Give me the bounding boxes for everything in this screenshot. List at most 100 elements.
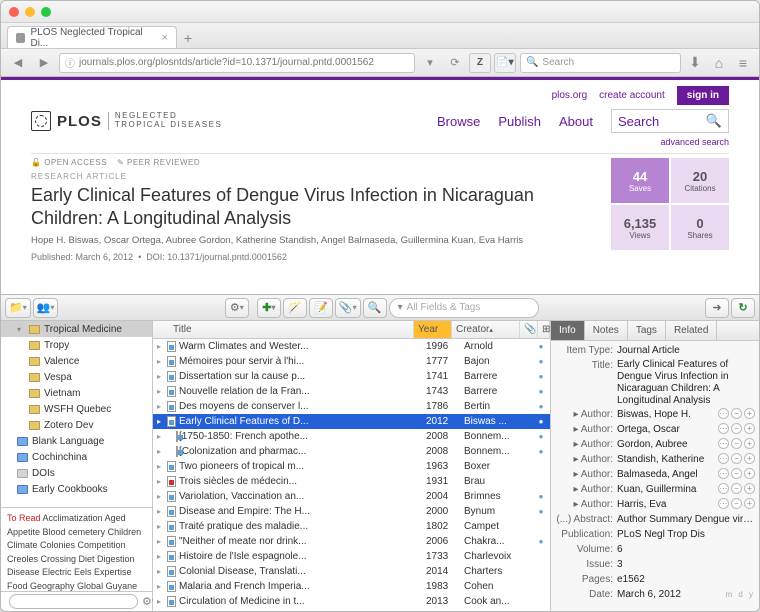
- item-row[interactable]: ▸Disease and Empire: The H...2000Bynum●: [153, 504, 550, 519]
- field-options-icon[interactable]: ⋯: [718, 498, 729, 509]
- item-row[interactable]: ▸[Colonization and pharmac...2008Bonnem.…: [153, 444, 550, 459]
- item-row[interactable]: ▸Histoire de l'Isle espagnole...1733Char…: [153, 549, 550, 564]
- tab-close-icon[interactable]: ×: [162, 32, 168, 44]
- col-year[interactable]: Year: [414, 321, 452, 338]
- advanced-search-button[interactable]: 🔍: [363, 298, 387, 318]
- tag-selector[interactable]: To Read Acclimatization Aged Appetite Bl…: [1, 507, 152, 591]
- remove-author-icon[interactable]: −: [731, 453, 742, 464]
- metric-views[interactable]: 6,135Views: [611, 205, 669, 250]
- download-icon[interactable]: ⬇: [685, 53, 705, 73]
- tab-notes[interactable]: Notes: [585, 321, 628, 340]
- collection-item[interactable]: Blank Language: [1, 433, 152, 449]
- sync-button[interactable]: ↻: [731, 298, 755, 318]
- sign-in-button[interactable]: sign in: [677, 86, 729, 105]
- site-logo[interactable]: PLOS NEGLECTEDTROPICAL DISEASES: [31, 111, 222, 131]
- item-row[interactable]: ▸Traité pratique des maladie...1802Campe…: [153, 519, 550, 534]
- collection-item[interactable]: Valence: [1, 353, 152, 369]
- attach-button[interactable]: 📎: [335, 298, 361, 318]
- minimize-icon[interactable]: [25, 7, 35, 17]
- collection-item[interactable]: Vespa: [1, 369, 152, 385]
- collection-item[interactable]: Cochinchina: [1, 449, 152, 465]
- field-options-icon[interactable]: ⋯: [718, 453, 729, 464]
- col-title[interactable]: Title: [153, 321, 414, 338]
- dropdown-icon[interactable]: ▾: [419, 53, 441, 73]
- item-row[interactable]: ▸Two pioneers of tropical m...1963Boxer: [153, 459, 550, 474]
- collection-item[interactable]: DOIs: [1, 465, 152, 481]
- metric-saves[interactable]: 44Saves: [611, 158, 669, 203]
- collection-item[interactable]: Zotero Dev: [1, 417, 152, 433]
- item-row[interactable]: ▸Mémoires pour servir à l'hi...1777Bajon…: [153, 354, 550, 369]
- save-to-zotero-button[interactable]: 📄▾: [494, 53, 516, 73]
- add-author-icon[interactable]: +: [744, 423, 755, 434]
- col-attachment[interactable]: 📎: [520, 321, 538, 338]
- metric-citations[interactable]: 20Citations: [671, 158, 729, 203]
- new-item-button[interactable]: ✚: [257, 298, 281, 318]
- url-field[interactable]: ⓘ journals.plos.org/plosntds/article?id=…: [59, 53, 415, 73]
- tab-info[interactable]: Info: [551, 321, 585, 340]
- maximize-icon[interactable]: [41, 7, 51, 17]
- locate-button[interactable]: ➜: [705, 298, 729, 318]
- item-row[interactable]: ▸Malaria and French Imperia...1983Cohen: [153, 579, 550, 594]
- metric-shares[interactable]: 0Shares: [671, 205, 729, 250]
- new-note-button[interactable]: 📝: [309, 298, 333, 318]
- actions-gear-button[interactable]: ⚙: [225, 298, 249, 318]
- nav-browse[interactable]: Browse: [437, 114, 480, 129]
- add-author-icon[interactable]: +: [744, 498, 755, 509]
- field-options-icon[interactable]: ⋯: [718, 408, 729, 419]
- tag-filter-input[interactable]: [9, 594, 138, 609]
- browser-search-field[interactable]: 🔍 Search: [520, 53, 681, 73]
- remove-author-icon[interactable]: −: [731, 483, 742, 494]
- reload-button[interactable]: ⟳: [444, 53, 466, 73]
- item-row[interactable]: ▸Des moyens de conserver l...1786Bertin●: [153, 399, 550, 414]
- nav-about[interactable]: About: [559, 114, 593, 129]
- item-row[interactable]: ▸"Neither of meate nor drink...2006Chakr…: [153, 534, 550, 549]
- remove-author-icon[interactable]: −: [731, 423, 742, 434]
- item-row[interactable]: ▸Trois siècles de médecin...1931Brau: [153, 474, 550, 489]
- remove-author-icon[interactable]: −: [731, 438, 742, 449]
- collection-item[interactable]: Tropy: [1, 337, 152, 353]
- home-icon[interactable]: ⌂: [709, 53, 729, 73]
- field-options-icon[interactable]: ⋯: [718, 468, 729, 479]
- add-author-icon[interactable]: +: [744, 438, 755, 449]
- hamburger-menu-icon[interactable]: ≡: [733, 53, 753, 73]
- plos-org-link[interactable]: plos.org: [552, 90, 588, 101]
- collection-item[interactable]: ▾Tropical Medicine: [1, 321, 152, 337]
- back-button[interactable]: ◀: [7, 53, 29, 73]
- add-author-icon[interactable]: +: [744, 468, 755, 479]
- add-author-icon[interactable]: +: [744, 453, 755, 464]
- remove-author-icon[interactable]: −: [731, 408, 742, 419]
- tab-related[interactable]: Related: [666, 321, 717, 340]
- browser-tab[interactable]: PLOS Neglected Tropical Di... ×: [7, 26, 177, 48]
- zotero-connector-button[interactable]: Z: [469, 53, 491, 73]
- close-icon[interactable]: [9, 7, 19, 17]
- new-collection-button[interactable]: 📁: [5, 298, 31, 318]
- remove-author-icon[interactable]: −: [731, 498, 742, 509]
- field-options-icon[interactable]: ⋯: [718, 483, 729, 494]
- new-group-button[interactable]: 👥: [33, 298, 59, 318]
- advanced-search-link[interactable]: advanced search: [31, 137, 729, 147]
- zotero-search-input[interactable]: ▾ All Fields & Tags: [389, 298, 539, 318]
- item-row[interactable]: ▸Early Clinical Features of D...2012Bisw…: [153, 414, 550, 429]
- item-row[interactable]: ▸Dissertation sur la cause p...1741Barre…: [153, 369, 550, 384]
- item-row[interactable]: ▸[1750-1850: French apothe...2008Bonnem.…: [153, 429, 550, 444]
- item-row[interactable]: ▸Variolation, Vaccination an...2004Brimn…: [153, 489, 550, 504]
- site-search-input[interactable]: Search 🔍: [611, 109, 729, 133]
- col-menu-icon[interactable]: ⊞: [538, 321, 550, 338]
- col-creator[interactable]: Creator ▴: [452, 321, 520, 338]
- collection-item[interactable]: WSFH Quebec: [1, 401, 152, 417]
- remove-author-icon[interactable]: −: [731, 468, 742, 479]
- column-headers[interactable]: Title Year Creator ▴ 📎 ⊞: [153, 321, 550, 339]
- forward-button[interactable]: ▶: [33, 53, 55, 73]
- add-by-identifier-button[interactable]: 🪄: [283, 298, 307, 318]
- item-row[interactable]: ▸Warm Climates and Wester...1996Arnold●: [153, 339, 550, 354]
- field-options-icon[interactable]: ⋯: [718, 423, 729, 434]
- add-author-icon[interactable]: +: [744, 408, 755, 419]
- item-row[interactable]: ▸Nouvelle relation de la Fran...1743Barr…: [153, 384, 550, 399]
- new-tab-button[interactable]: +: [177, 28, 199, 48]
- tab-tags[interactable]: Tags: [628, 321, 666, 340]
- create-account-link[interactable]: create account: [599, 90, 665, 101]
- nav-publish[interactable]: Publish: [498, 114, 541, 129]
- add-author-icon[interactable]: +: [744, 483, 755, 494]
- item-row[interactable]: ▸Circulation of Medicine in t...2013Cook…: [153, 594, 550, 609]
- collection-item[interactable]: Vietnam: [1, 385, 152, 401]
